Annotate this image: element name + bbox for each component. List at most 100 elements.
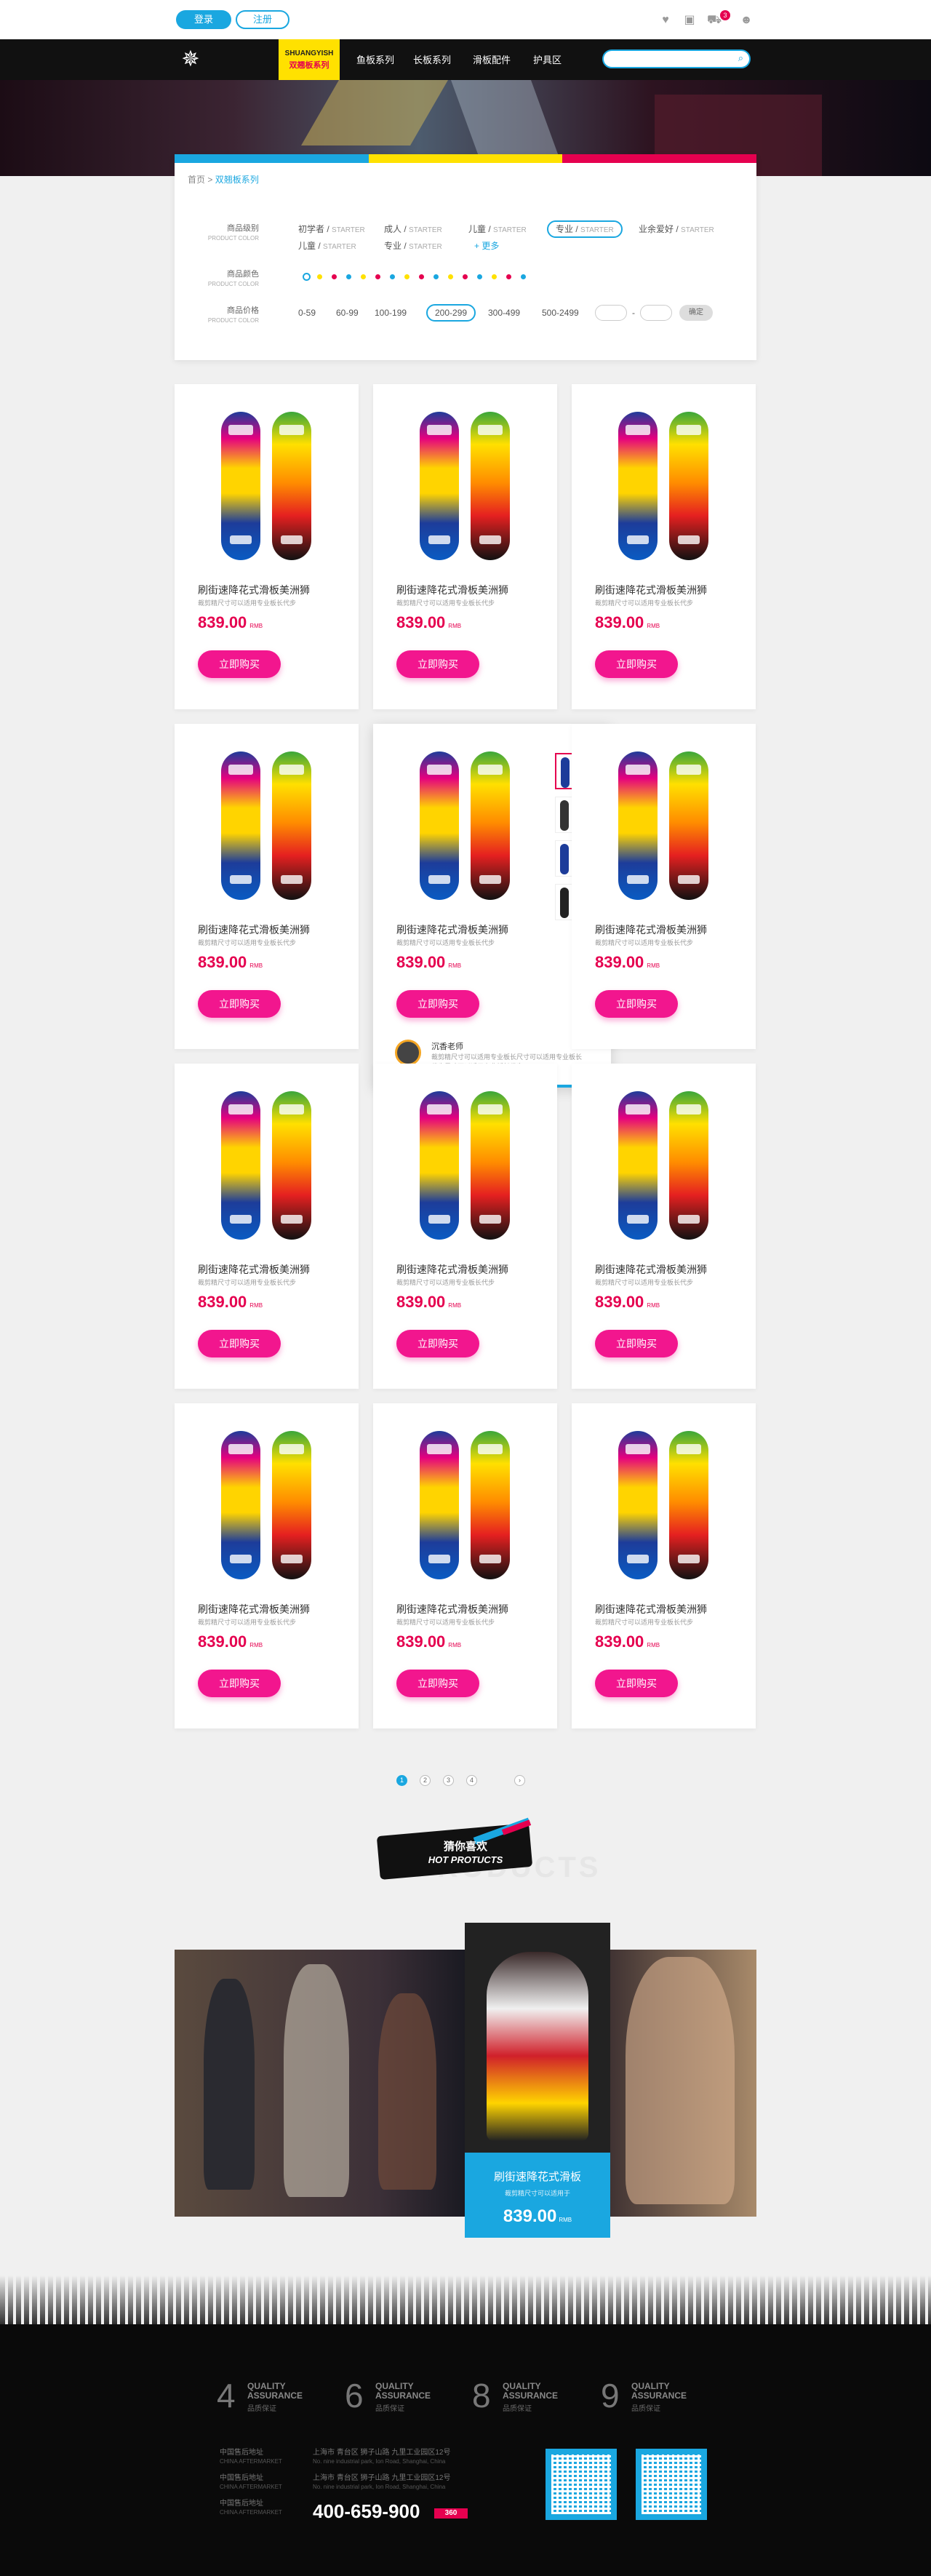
product-image[interactable] xyxy=(618,751,710,904)
product-title[interactable]: 刷街速降花式滑板美洲狮 xyxy=(396,922,508,937)
product-title[interactable]: 刷街速降花式滑板美洲狮 xyxy=(198,1262,310,1277)
search-input[interactable]: ⌕ xyxy=(602,49,751,68)
color-swatch[interactable] xyxy=(361,274,366,279)
product-card[interactable]: 刷街速降花式滑板美洲狮 裁剪精尺寸可以适用专业板长代步 839.00 RMB 立即购买 xyxy=(175,1064,359,1389)
page-number[interactable]: 3 xyxy=(443,1775,454,1786)
product-image[interactable] xyxy=(420,751,511,904)
buy-now-button[interactable]: 立即购买 xyxy=(198,990,281,1018)
product-title[interactable]: 刷街速降花式滑板美洲狮 xyxy=(396,583,508,597)
product-card[interactable]: 刷街速降花式滑板美洲狮 裁剪精尺寸可以适用专业板长代步 839.00 RMB 立即购买 xyxy=(572,724,756,1049)
price-option[interactable]: 60-99 xyxy=(336,304,359,322)
hotline[interactable]: 400-659-900 xyxy=(313,2500,420,2523)
product-card[interactable]: 刷街速降花式滑板美洲狮 裁剪精尺寸可以适用专业板长代步 839.00 RMB 立即购买 xyxy=(572,384,756,709)
product-image[interactable] xyxy=(420,1091,511,1244)
price-option[interactable]: 200-299 xyxy=(426,304,476,322)
color-swatch[interactable] xyxy=(448,274,453,279)
level-option[interactable]: 儿童 / STARTER xyxy=(298,237,356,255)
nav-item-accessories[interactable]: 滑板配件 xyxy=(473,52,511,66)
color-swatch[interactable] xyxy=(521,274,526,279)
level-option[interactable]: 成人 / STARTER xyxy=(384,220,442,238)
nav-item-long[interactable]: 长板系列 xyxy=(413,52,451,66)
color-swatch[interactable] xyxy=(419,274,424,279)
product-image[interactable] xyxy=(618,412,710,565)
product-title[interactable]: 刷街速降花式滑板美洲狮 xyxy=(396,1262,508,1277)
buy-now-button[interactable]: 立即购买 xyxy=(396,1330,479,1357)
color-swatch[interactable] xyxy=(463,274,468,279)
product-image[interactable] xyxy=(618,1431,710,1584)
nav-item-protection[interactable]: 护具区 xyxy=(533,52,562,66)
more-levels-link[interactable]: + 更多 xyxy=(474,237,499,255)
color-swatch[interactable] xyxy=(332,274,337,279)
buy-now-button[interactable]: 立即购买 xyxy=(595,990,678,1018)
product-image[interactable] xyxy=(420,1431,511,1584)
product-card[interactable]: 刷街速降花式滑板美洲狮 裁剪精尺寸可以适用专业板长代步 839.00 RMB 立即购买 xyxy=(572,1403,756,1728)
price-option[interactable]: 100-199 xyxy=(375,304,407,322)
price-option[interactable]: 500-2499 xyxy=(542,304,579,322)
level-option[interactable]: 儿童 / STARTER xyxy=(468,220,527,238)
product-title[interactable]: 刷街速降花式滑板美洲狮 xyxy=(198,583,310,597)
nav-active-brand[interactable]: SHUANGYISH 双翘板系列 xyxy=(279,39,340,80)
product-card[interactable]: 刷街速降花式滑板美洲狮 裁剪精尺寸可以适用专业板长代步 839.00 RMB 立即购买 xyxy=(175,724,359,1049)
price-option[interactable]: 300-499 xyxy=(488,304,520,322)
buy-now-button[interactable]: 立即购买 xyxy=(198,1330,281,1357)
price-min-input[interactable] xyxy=(595,305,627,321)
buy-now-button[interactable]: 立即购买 xyxy=(595,1670,678,1697)
product-image[interactable] xyxy=(618,1091,710,1244)
login-button[interactable]: 登录 xyxy=(176,10,231,29)
product-title[interactable]: 刷街速降花式滑板美洲狮 xyxy=(595,922,707,937)
page-number[interactable]: 4 xyxy=(466,1775,477,1786)
color-swatch[interactable] xyxy=(317,274,322,279)
product-card[interactable]: 刷街速降花式滑板美洲狮 裁剪精尺寸可以适用专业板长代步 839.00 RMB 立即购买 xyxy=(572,1064,756,1389)
color-swatch[interactable] xyxy=(390,274,395,279)
price-max-input[interactable] xyxy=(640,305,672,321)
promo-feature-card[interactable]: 刷街速降花式滑板 裁剪精尺寸可以适用于 839.00 RMB xyxy=(465,1923,610,2238)
search-icon[interactable]: ⌕ xyxy=(738,52,743,64)
heart-icon[interactable]: ♥ xyxy=(658,13,673,28)
buy-now-button[interactable]: 立即购买 xyxy=(198,1670,281,1697)
product-title[interactable]: 刷街速降花式滑板美洲狮 xyxy=(595,583,707,597)
buy-now-button[interactable]: 立即购买 xyxy=(396,650,479,678)
product-card[interactable]: 刷街速降花式滑板美洲狮 裁剪精尺寸可以适用专业板长代步 839.00 RMB 立即购买 xyxy=(373,384,557,709)
nav-item-fish[interactable]: 鱼板系列 xyxy=(356,52,394,66)
buy-now-button[interactable]: 立即购买 xyxy=(595,650,678,678)
buy-now-button[interactable]: 立即购买 xyxy=(396,990,479,1018)
breadcrumb-home[interactable]: 首页 xyxy=(188,175,205,185)
color-swatch[interactable] xyxy=(433,274,439,279)
level-option[interactable]: 专业 / STARTER xyxy=(547,220,623,238)
price-option[interactable]: 0-59 xyxy=(298,304,316,322)
product-image[interactable] xyxy=(221,1431,313,1584)
color-swatch[interactable] xyxy=(477,274,482,279)
product-card[interactable]: 刷街速降花式滑板美洲狮 裁剪精尺寸可以适用专业板长代步 839.00 RMB 立即购买 xyxy=(373,1064,557,1389)
price-confirm-button[interactable]: 确定 xyxy=(679,305,713,321)
product-image[interactable] xyxy=(221,751,313,904)
color-swatch[interactable] xyxy=(404,274,409,279)
color-swatch[interactable] xyxy=(506,274,511,279)
product-card[interactable]: 刷街速降花式滑板美洲狮 裁剪精尺寸可以适用专业板长代步 839.00 RMB 立即购买 xyxy=(373,1403,557,1728)
color-swatch[interactable] xyxy=(346,274,351,279)
product-title[interactable]: 刷街速降花式滑板美洲狮 xyxy=(396,1602,508,1616)
level-option[interactable]: 初学者 / STARTER xyxy=(298,220,365,238)
cart-icon[interactable]: ⛟ xyxy=(707,13,722,28)
level-option[interactable]: 专业 / STARTER xyxy=(384,237,442,255)
product-title[interactable]: 刷街速降花式滑板美洲狮 xyxy=(595,1262,707,1277)
product-card[interactable]: 刷街速降花式滑板美洲狮 裁剪精尺寸可以适用专业板长代步 839.00 RMB 立即购买 xyxy=(175,384,359,709)
product-title[interactable]: 刷街速降花式滑板美洲狮 xyxy=(198,1602,310,1616)
product-image[interactable] xyxy=(221,412,313,565)
product-image[interactable] xyxy=(420,412,511,565)
color-swatch[interactable] xyxy=(492,274,497,279)
color-swatch[interactable] xyxy=(303,273,311,281)
product-title[interactable]: 刷街速降花式滑板美洲狮 xyxy=(595,1602,707,1616)
buy-now-button[interactable]: 立即购买 xyxy=(198,650,281,678)
promo-title[interactable]: 刷街速降花式滑板 xyxy=(465,2169,610,2184)
user-icon[interactable]: ☻ xyxy=(739,13,754,28)
page-number[interactable]: 1 xyxy=(396,1775,407,1786)
register-button[interactable]: 注册 xyxy=(236,10,289,29)
page-number[interactable]: 2 xyxy=(420,1775,431,1786)
brand-logo-icon[interactable]: ✵ xyxy=(175,45,207,74)
product-image[interactable] xyxy=(221,1091,313,1244)
next-page-icon[interactable]: › xyxy=(514,1775,525,1786)
product-title[interactable]: 刷街速降花式滑板美洲狮 xyxy=(198,922,310,937)
product-card[interactable]: 刷街速降花式滑板美洲狮 裁剪精尺寸可以适用专业板长代步 839.00 RMB 立即购买 xyxy=(175,1403,359,1728)
color-swatch[interactable] xyxy=(375,274,380,279)
buy-now-button[interactable]: 立即购买 xyxy=(396,1670,479,1697)
